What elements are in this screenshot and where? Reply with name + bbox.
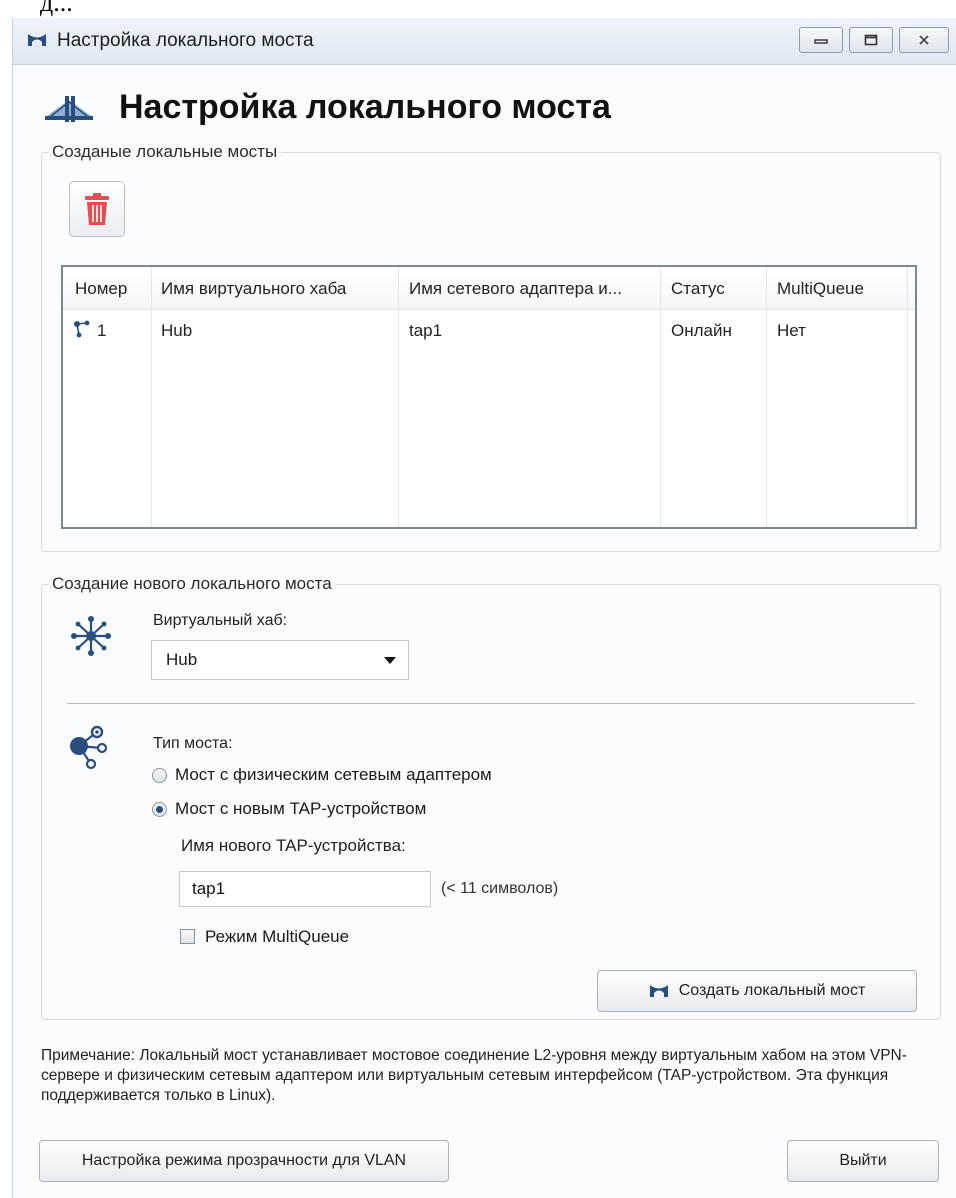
- network-adapter-icon: [70, 725, 108, 770]
- tap-name-hint: (< 11 символов): [441, 880, 559, 897]
- hub-select-value: Hub: [166, 650, 198, 669]
- column-header-multiqueue[interactable]: MultiQueue: [777, 279, 903, 299]
- page-title: Настройка локального моста: [119, 88, 611, 126]
- radio-physical-adapter-label[interactable]: Мост с физическим сетевым адаптером: [175, 765, 492, 785]
- radio-tap-device[interactable]: [152, 802, 167, 817]
- column-header-adapter[interactable]: Имя сетевого адаптера и...: [409, 279, 655, 299]
- cell-status: Онлайн: [671, 321, 732, 340]
- minimize-button[interactable]: [799, 27, 843, 53]
- maximize-icon: [864, 34, 878, 46]
- cell-adapter: tap1: [409, 321, 443, 340]
- radio-physical-adapter[interactable]: [152, 768, 167, 783]
- bridge-icon: [28, 34, 46, 46]
- cell-number: 1: [97, 321, 107, 340]
- local-bridge-window: Настройка локального моста Настройка лок…: [12, 18, 956, 1198]
- window-title: Настройка локального моста: [57, 30, 314, 51]
- title-bar: Настройка локального моста: [13, 18, 956, 65]
- bridge-type-label: Тип моста:: [153, 735, 233, 752]
- chevron-down-icon: [384, 657, 396, 664]
- trash-icon: [85, 193, 109, 225]
- exit-button[interactable]: Выйти: [787, 1140, 939, 1182]
- column-header-number[interactable]: Номер: [75, 279, 149, 299]
- cell-multiqueue: Нет: [777, 321, 806, 340]
- existing-bridges-legend: Созданые локальные мосты: [52, 142, 278, 161]
- delete-bridge-button[interactable]: [69, 181, 125, 237]
- bridge-connection-icon: [74, 320, 90, 338]
- create-bridge-button-label: Создать локальный мост: [678, 982, 866, 999]
- radio-tap-device-label[interactable]: Мост с новым TAP-устройством: [175, 799, 426, 819]
- note-text: Примечание: Локальный мост устанавливает…: [41, 1047, 907, 1104]
- column-header-status[interactable]: Статус: [671, 279, 763, 299]
- create-bridge-button[interactable]: Создать локальный мост: [597, 970, 917, 1012]
- cell-hub: Hub: [161, 321, 193, 340]
- hub-icon: [71, 616, 111, 656]
- bridge-icon: [649, 985, 668, 997]
- multiqueue-label[interactable]: Режим MultiQueue: [205, 927, 349, 947]
- exit-button-label: Выйти: [839, 1152, 887, 1169]
- vlan-transparency-button[interactable]: Настройка режима прозрачности для VLAN: [39, 1140, 449, 1182]
- new-bridge-legend: Создание нового локального моста: [52, 574, 332, 593]
- column-header-hub[interactable]: Имя виртуального хаба: [161, 279, 393, 299]
- maximize-button[interactable]: [849, 27, 893, 53]
- bridge-structure-icon: [45, 96, 93, 122]
- tap-name-input[interactable]: [179, 871, 431, 907]
- hub-label: Виртуальный хаб:: [153, 612, 288, 629]
- multiqueue-checkbox[interactable]: [180, 929, 195, 944]
- background-text-fragment: д...: [0, 0, 956, 18]
- tap-name-label: Имя нового TAP-устройства:: [181, 836, 406, 855]
- section-divider: [67, 703, 915, 704]
- close-button[interactable]: [899, 27, 949, 53]
- vlan-transparency-button-label: Настройка режима прозрачности для VLAN: [81, 1152, 407, 1169]
- close-icon: [919, 35, 929, 45]
- bridges-table[interactable]: Номер Имя виртуального хаба Имя сетевого…: [61, 265, 917, 529]
- hub-select[interactable]: Hub: [151, 640, 409, 680]
- minimize-icon: [814, 39, 828, 44]
